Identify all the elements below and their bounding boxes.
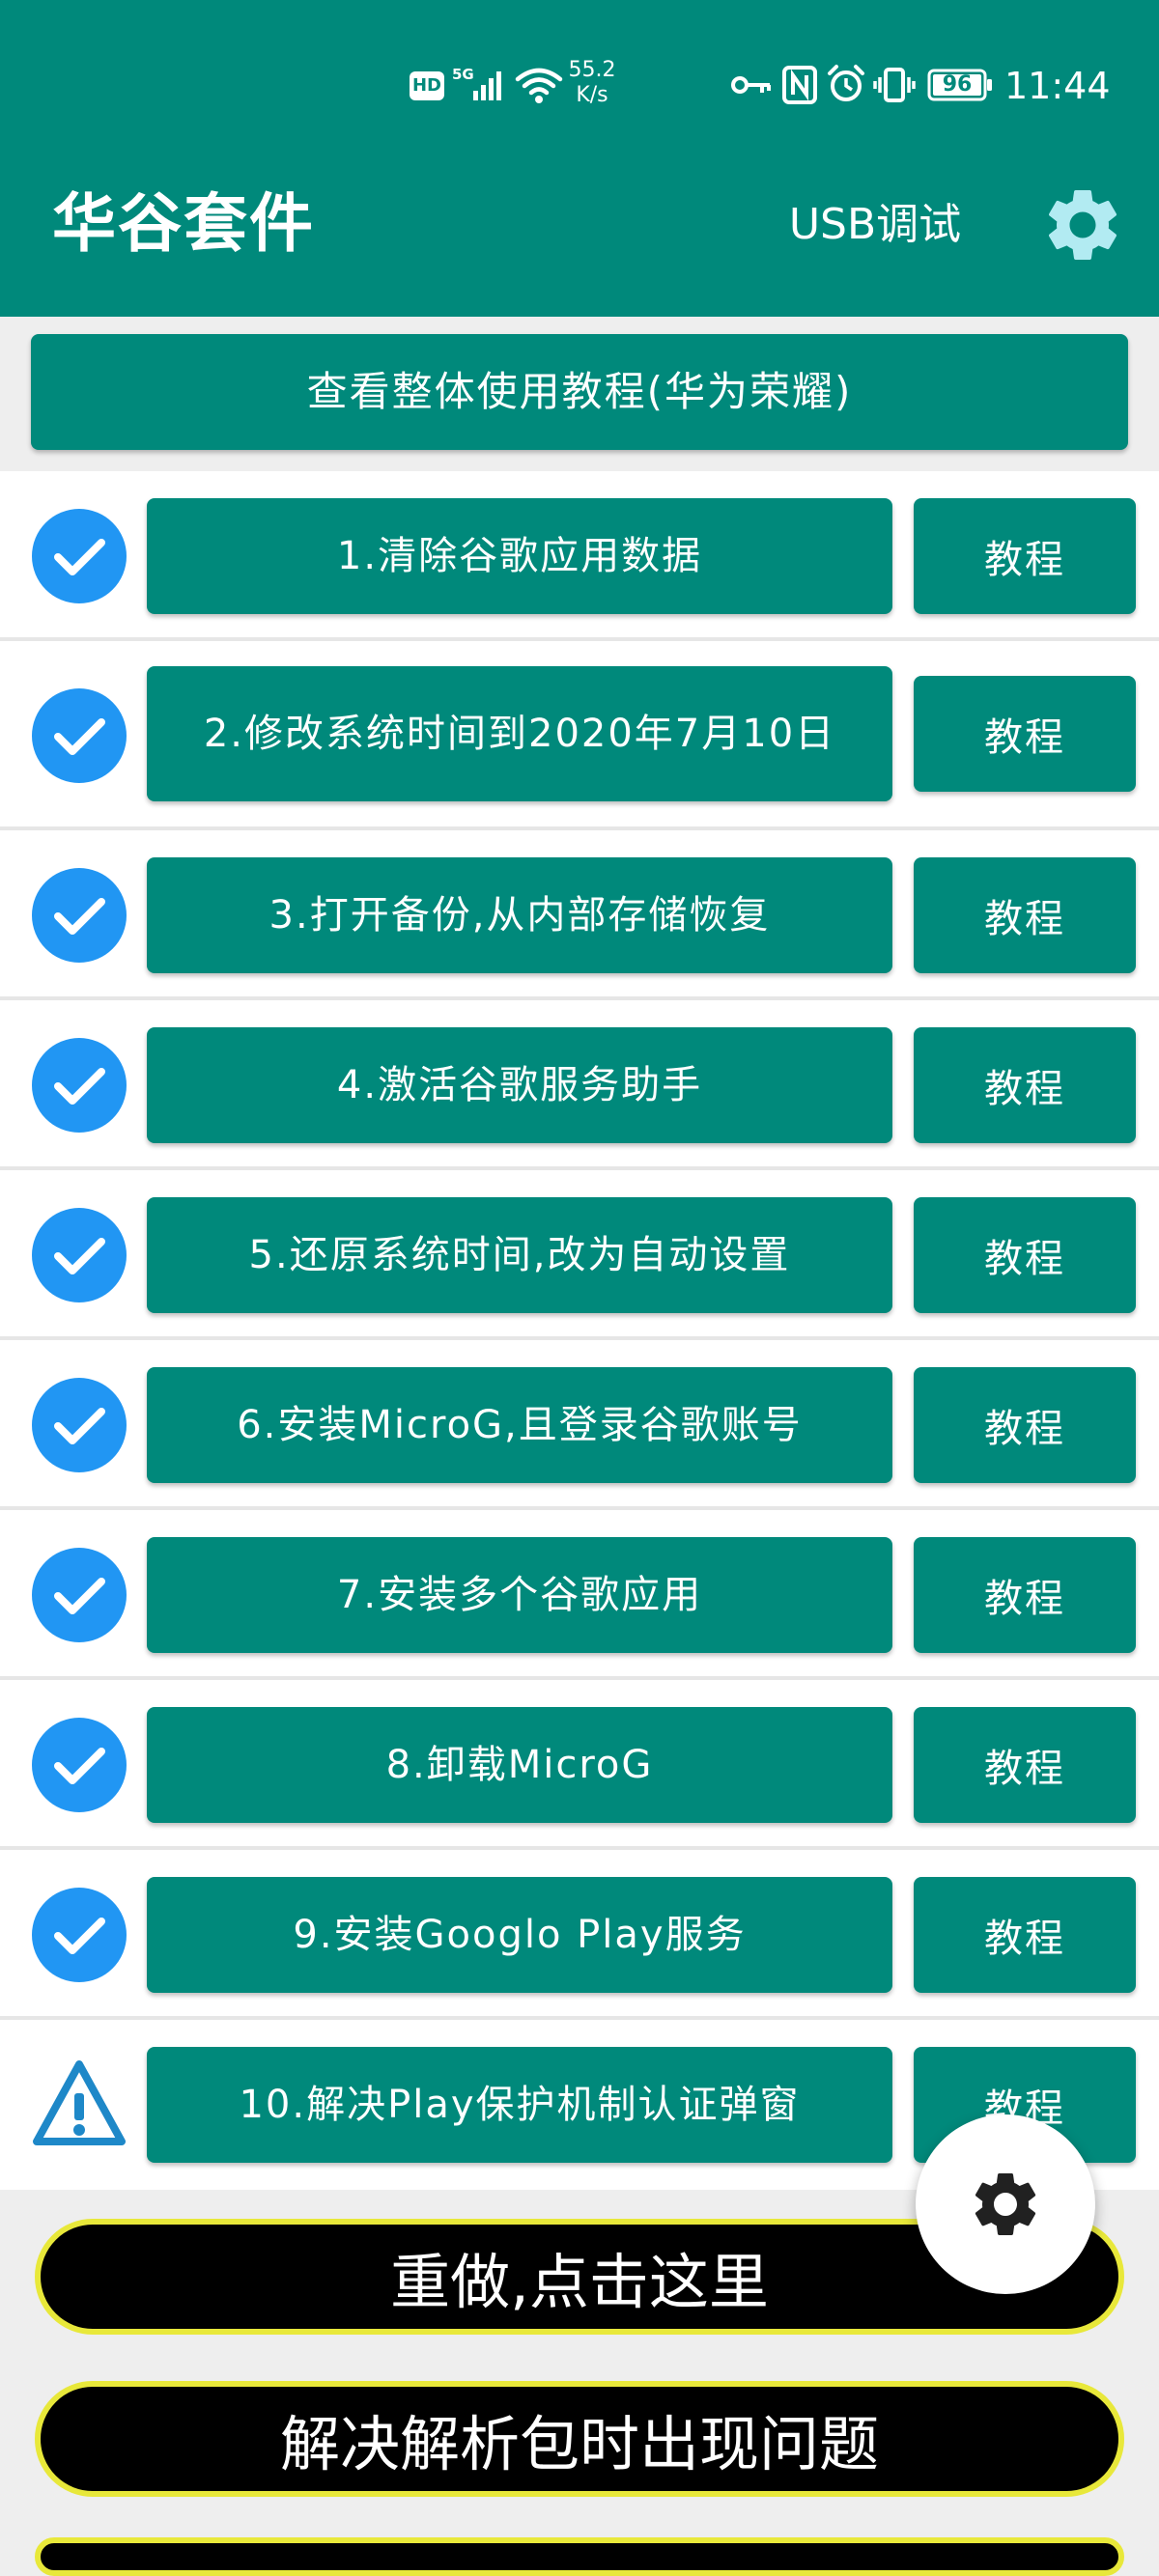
step-3-button[interactable]: 3.打开备份,从内部存储恢复 xyxy=(147,857,892,973)
more-action-button[interactable] xyxy=(35,2537,1124,2576)
step-7-button[interactable]: 7.安装多个谷歌应用 xyxy=(147,1537,892,1653)
step-1-tutorial-button[interactable]: 教程 xyxy=(914,498,1136,614)
floating-settings-button[interactable] xyxy=(916,2114,1095,2294)
check-circle-icon xyxy=(32,1718,127,1812)
status-bar: HD 5G 55.2 K/s 96 11:44 xyxy=(0,0,1159,164)
alarm-icon xyxy=(828,65,864,101)
warning-icon xyxy=(33,2060,126,2145)
gear-icon[interactable] xyxy=(1039,182,1126,268)
step-row: 2.修改系统时间到2020年7月10日 教程 xyxy=(0,641,1159,830)
signal-icon: 5G xyxy=(452,66,501,100)
check-circle-icon xyxy=(32,1378,127,1472)
steps-list: 1.清除谷歌应用数据 教程 2.修改系统时间到2020年7月10日 教程 3.打… xyxy=(0,471,1159,2190)
check-circle-icon xyxy=(32,1888,127,1982)
clock-time: 11:44 xyxy=(1004,65,1111,107)
nfc-icon xyxy=(782,66,817,104)
vibrate-icon xyxy=(873,68,916,102)
network-speed: 55.2 K/s xyxy=(568,58,616,108)
step-6-button[interactable]: 6.安装MicroG,且登录谷歌账号 xyxy=(147,1367,892,1483)
network-speed-unit: K/s xyxy=(576,83,608,107)
step-row: 1.清除谷歌应用数据 教程 xyxy=(0,471,1159,641)
step-row: 9.安装Googlo Play服务 教程 xyxy=(0,1850,1159,2020)
overview-tutorial-button[interactable]: 查看整体使用教程(华为荣耀) xyxy=(31,334,1128,450)
gear-icon xyxy=(975,2173,1036,2235)
app-title: 华谷套件 xyxy=(52,186,315,261)
network-type-label: 5G xyxy=(452,66,474,83)
step-5-tutorial-button[interactable]: 教程 xyxy=(914,1197,1136,1313)
parse-issue-button[interactable]: 解决解析包时出现问题 xyxy=(35,2381,1124,2497)
check-circle-icon xyxy=(32,1548,127,1642)
usb-debug-button[interactable]: USB调试 xyxy=(773,191,977,259)
step-4-button[interactable]: 4.激活谷歌服务助手 xyxy=(147,1027,892,1143)
step-1-button[interactable]: 1.清除谷歌应用数据 xyxy=(147,498,892,614)
step-row: 8.卸载MicroG 教程 xyxy=(0,1680,1159,1850)
step-6-tutorial-button[interactable]: 教程 xyxy=(914,1367,1136,1483)
step-4-tutorial-button[interactable]: 教程 xyxy=(914,1027,1136,1143)
step-row: 4.激活谷歌服务助手 教程 xyxy=(0,1000,1159,1170)
app-bar: HD 5G 55.2 K/s 96 11:44 华谷套件 USB调试 xyxy=(0,0,1159,317)
step-9-button[interactable]: 9.安装Googlo Play服务 xyxy=(147,1877,892,1993)
step-row: 5.还原系统时间,改为自动设置 教程 xyxy=(0,1170,1159,1340)
step-2-button[interactable]: 2.修改系统时间到2020年7月10日 xyxy=(147,666,892,801)
step-row: 3.打开备份,从内部存储恢复 教程 xyxy=(0,830,1159,1000)
step-7-tutorial-button[interactable]: 教程 xyxy=(914,1537,1136,1653)
network-speed-value: 55.2 xyxy=(568,58,616,82)
step-3-tutorial-button[interactable]: 教程 xyxy=(914,857,1136,973)
check-circle-icon xyxy=(32,688,127,783)
check-circle-icon xyxy=(32,1038,127,1133)
hd-icon: HD xyxy=(410,71,444,100)
check-circle-icon xyxy=(32,509,127,603)
step-5-button[interactable]: 5.还原系统时间,改为自动设置 xyxy=(147,1197,892,1313)
wifi-icon xyxy=(515,68,563,103)
step-8-button[interactable]: 8.卸载MicroG xyxy=(147,1707,892,1823)
step-row: 7.安装多个谷歌应用 教程 xyxy=(0,1510,1159,1680)
check-circle-icon xyxy=(32,868,127,963)
step-10-button[interactable]: 10.解决Play保护机制认证弹窗 xyxy=(147,2047,892,2163)
check-circle-icon xyxy=(32,1208,127,1302)
battery-level: 96 xyxy=(942,72,973,97)
key-icon xyxy=(731,76,771,94)
step-2-tutorial-button[interactable]: 教程 xyxy=(914,676,1136,792)
step-row: 6.安装MicroG,且登录谷歌账号 教程 xyxy=(0,1340,1159,1510)
step-8-tutorial-button[interactable]: 教程 xyxy=(914,1707,1136,1823)
step-9-tutorial-button[interactable]: 教程 xyxy=(914,1877,1136,1993)
